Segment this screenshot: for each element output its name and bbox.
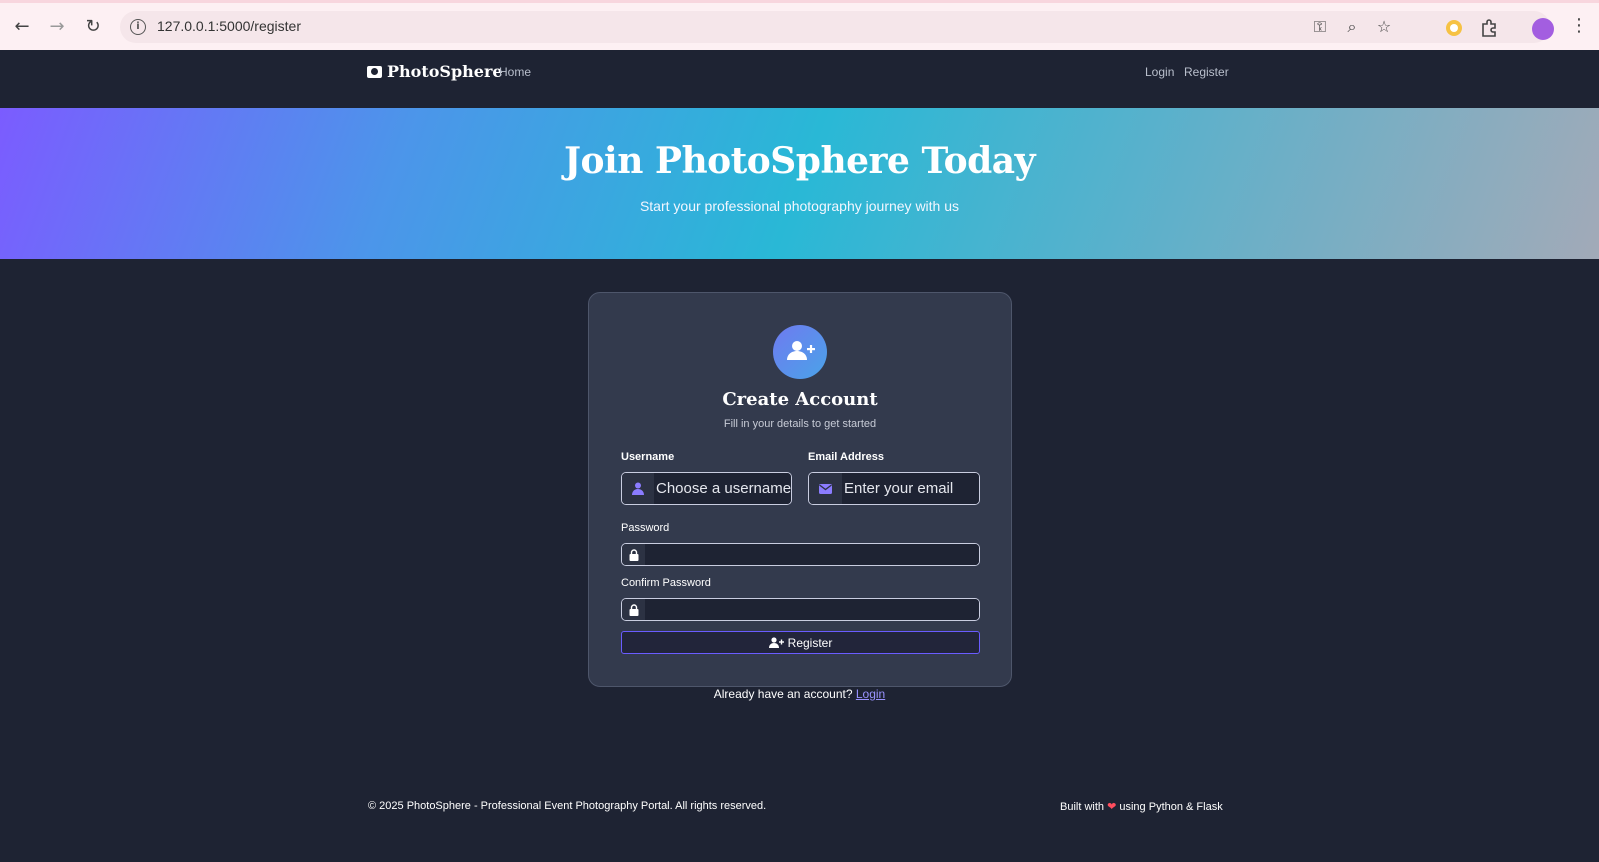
email-field[interactable] (808, 472, 980, 505)
hero-banner: Join PhotoSphere Today Start your profes… (0, 108, 1599, 259)
confirm-password-field[interactable] (621, 598, 980, 621)
register-card: Create Account Fill in your details to g… (588, 292, 1012, 687)
card-subtitle: Fill in your details to get started (723, 418, 877, 430)
register-button[interactable]: Register (621, 631, 980, 654)
brand-logo[interactable]: PhotoSphere (367, 62, 503, 81)
card-title: Create Account (722, 389, 878, 410)
user-plus-icon (768, 637, 784, 648)
user-plus-icon (773, 325, 827, 379)
nav-home-link[interactable]: Home (499, 65, 531, 79)
back-arrow-icon[interactable]: ← (10, 15, 34, 39)
envelope-icon (809, 473, 842, 504)
user-icon (622, 473, 654, 504)
heart-icon: ❤ (1107, 801, 1117, 813)
password-label: Password (621, 522, 670, 534)
bookmark-star-icon[interactable]: ☆ (1374, 17, 1394, 37)
nav-register-link[interactable]: Register (1184, 65, 1229, 79)
register-button-label: Register (787, 635, 833, 650)
site-info-icon[interactable]: i (130, 19, 146, 35)
camera-icon (367, 65, 382, 78)
password-key-icon[interactable]: ⚿ (1310, 17, 1330, 37)
nav-login-link[interactable]: Login (1145, 65, 1174, 79)
site-navbar: PhotoSphere Home Login Register (0, 50, 1599, 108)
login-prompt: Already have an account? Login (0, 687, 1599, 701)
extensions-puzzle-icon[interactable] (1478, 17, 1500, 39)
password-field[interactable] (621, 543, 980, 566)
lock-icon (622, 544, 645, 565)
password-input[interactable] (645, 544, 979, 565)
hero-title: Join PhotoSphere Today (563, 140, 1036, 182)
username-input[interactable] (654, 473, 791, 504)
address-bar[interactable]: i 127.0.0.1:5000/register ⚿ ⌕ ☆ (120, 11, 1550, 43)
zoom-icon[interactable]: ⌕ (1342, 17, 1362, 37)
extension-speed-icon[interactable] (1443, 17, 1465, 39)
login-link[interactable]: Login (856, 687, 885, 701)
hero-subtitle: Start your professional photography jour… (639, 198, 960, 214)
confirm-password-label: Confirm Password (621, 577, 711, 589)
username-field[interactable] (621, 472, 792, 505)
footer-built-with: Built with ❤ using Python & Flask (1060, 800, 1223, 813)
email-label: Email Address (808, 451, 885, 463)
email-input[interactable] (842, 473, 979, 504)
brand-name: PhotoSphere (387, 62, 503, 81)
lock-icon (622, 599, 645, 620)
footer-built-suffix: using Python & Flask (1119, 801, 1223, 813)
footer-copyright: © 2025 PhotoSphere - Professional Event … (368, 800, 767, 812)
browser-menu-icon[interactable]: ⋮ (1570, 15, 1588, 36)
url-text[interactable]: 127.0.0.1:5000/register (157, 18, 301, 34)
footer-built-prefix: Built with (1060, 801, 1105, 813)
username-label: Username (621, 451, 675, 463)
browser-toolbar: ← → ↻ i 127.0.0.1:5000/register ⚿ ⌕ ☆ ⋮ (0, 0, 1599, 50)
confirm-password-input[interactable] (645, 599, 979, 620)
forward-arrow-icon[interactable]: → (45, 15, 69, 39)
reload-icon[interactable]: ↻ (81, 15, 105, 39)
login-prompt-text: Already have an account? (713, 687, 853, 701)
profile-avatar[interactable] (1532, 18, 1554, 40)
